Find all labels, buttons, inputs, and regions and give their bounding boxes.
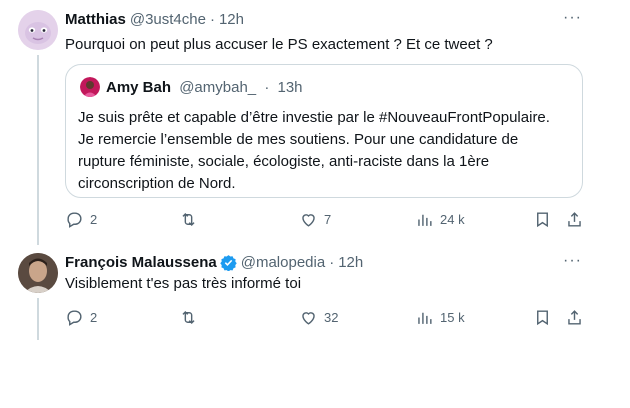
view-count: 15 k bbox=[440, 310, 465, 325]
reply-icon bbox=[67, 212, 82, 228]
like-count: 7 bbox=[324, 212, 332, 227]
author-name[interactable]: François Malaussena bbox=[65, 254, 217, 271]
share-button[interactable] bbox=[565, 210, 584, 229]
quote-line: Je remercie l’ensemble de mes soutiens. … bbox=[78, 131, 519, 148]
timestamp[interactable]: 12h bbox=[219, 11, 244, 28]
like-button[interactable]: 7 bbox=[299, 210, 331, 229]
quote-avatar-image-icon bbox=[80, 77, 100, 97]
author-name[interactable]: Matthias bbox=[65, 11, 126, 28]
quote-avatar[interactable] bbox=[80, 77, 100, 97]
thread-line bbox=[37, 298, 39, 340]
quote-line: rupture féministe, sociale, écologiste, … bbox=[78, 153, 490, 170]
share-button[interactable] bbox=[565, 308, 584, 327]
avatar[interactable] bbox=[18, 253, 58, 293]
more-options-button[interactable]: ··· bbox=[563, 9, 582, 27]
quote-text: Je suis prête et capable d’être investie… bbox=[78, 107, 550, 195]
reply-icon bbox=[67, 310, 82, 326]
heart-icon bbox=[302, 312, 315, 325]
more-options-button[interactable]: ··· bbox=[563, 252, 582, 270]
repost-icon bbox=[182, 310, 195, 325]
analytics-icon bbox=[418, 214, 432, 226]
repost-button[interactable] bbox=[179, 308, 204, 327]
timestamp[interactable]: 12h bbox=[338, 254, 363, 271]
separator-dot: · bbox=[264, 79, 270, 96]
tweet-text: Pourquoi on peut plus accuser le PS exac… bbox=[65, 36, 493, 53]
heart-icon bbox=[302, 214, 315, 227]
tweet-text: Visiblement t'es pas très informé toi bbox=[65, 275, 302, 292]
reply-count: 2 bbox=[90, 310, 98, 325]
quote-line: circonscription de Nord. bbox=[78, 175, 236, 192]
author-handle[interactable]: @malopedia bbox=[241, 254, 325, 271]
bookmark-button[interactable] bbox=[533, 308, 552, 327]
reply-button[interactable]: 2 bbox=[65, 308, 97, 327]
bookmark-icon bbox=[537, 310, 548, 326]
quote-line: Je suis prête et capable d’être investie… bbox=[78, 109, 550, 126]
quote-header: Amy Bah @amybah_ · 13h bbox=[106, 79, 303, 96]
repost-button[interactable] bbox=[179, 210, 204, 229]
quote-author-name[interactable]: Amy Bah bbox=[106, 79, 171, 96]
tweet-header: François Malaussena @malopedia · 12h bbox=[65, 254, 363, 271]
bookmark-button[interactable] bbox=[533, 210, 552, 229]
thread-line bbox=[37, 55, 39, 245]
tweet-1[interactable]: Matthias @3ust4che · 12h ··· Pourquoi on… bbox=[0, 0, 600, 245]
tweet-2[interactable]: François Malaussena @malopedia · 12h ···… bbox=[0, 245, 600, 340]
verified-badge-icon bbox=[220, 255, 237, 271]
separator-dot: · bbox=[329, 254, 335, 271]
analytics-icon bbox=[418, 312, 432, 324]
action-bar: 2 7 24 k bbox=[65, 210, 585, 232]
share-icon bbox=[568, 310, 581, 325]
avatar-image-icon bbox=[18, 10, 58, 50]
view-count: 24 k bbox=[440, 212, 465, 227]
action-bar: 2 32 15 k bbox=[65, 308, 585, 330]
separator-dot: · bbox=[209, 11, 215, 28]
avatar-image-icon bbox=[18, 253, 58, 293]
reply-count: 2 bbox=[90, 212, 98, 227]
quoted-tweet[interactable]: Amy Bah @amybah_ · 13h Je suis prête et … bbox=[65, 64, 583, 198]
quote-author-handle[interactable]: @amybah_ bbox=[179, 79, 256, 96]
bookmark-icon bbox=[537, 212, 548, 228]
author-handle[interactable]: @3ust4che bbox=[130, 11, 206, 28]
like-count: 32 bbox=[324, 310, 339, 325]
avatar[interactable] bbox=[18, 10, 58, 50]
repost-icon bbox=[182, 212, 195, 227]
views-button[interactable]: 24 k bbox=[415, 210, 465, 229]
share-icon bbox=[568, 212, 581, 227]
quote-timestamp: 13h bbox=[277, 79, 303, 96]
reply-button[interactable]: 2 bbox=[65, 210, 97, 229]
views-button[interactable]: 15 k bbox=[415, 308, 465, 327]
like-button[interactable]: 32 bbox=[299, 308, 338, 327]
tweet-header: Matthias @3ust4che · 12h bbox=[65, 11, 244, 28]
